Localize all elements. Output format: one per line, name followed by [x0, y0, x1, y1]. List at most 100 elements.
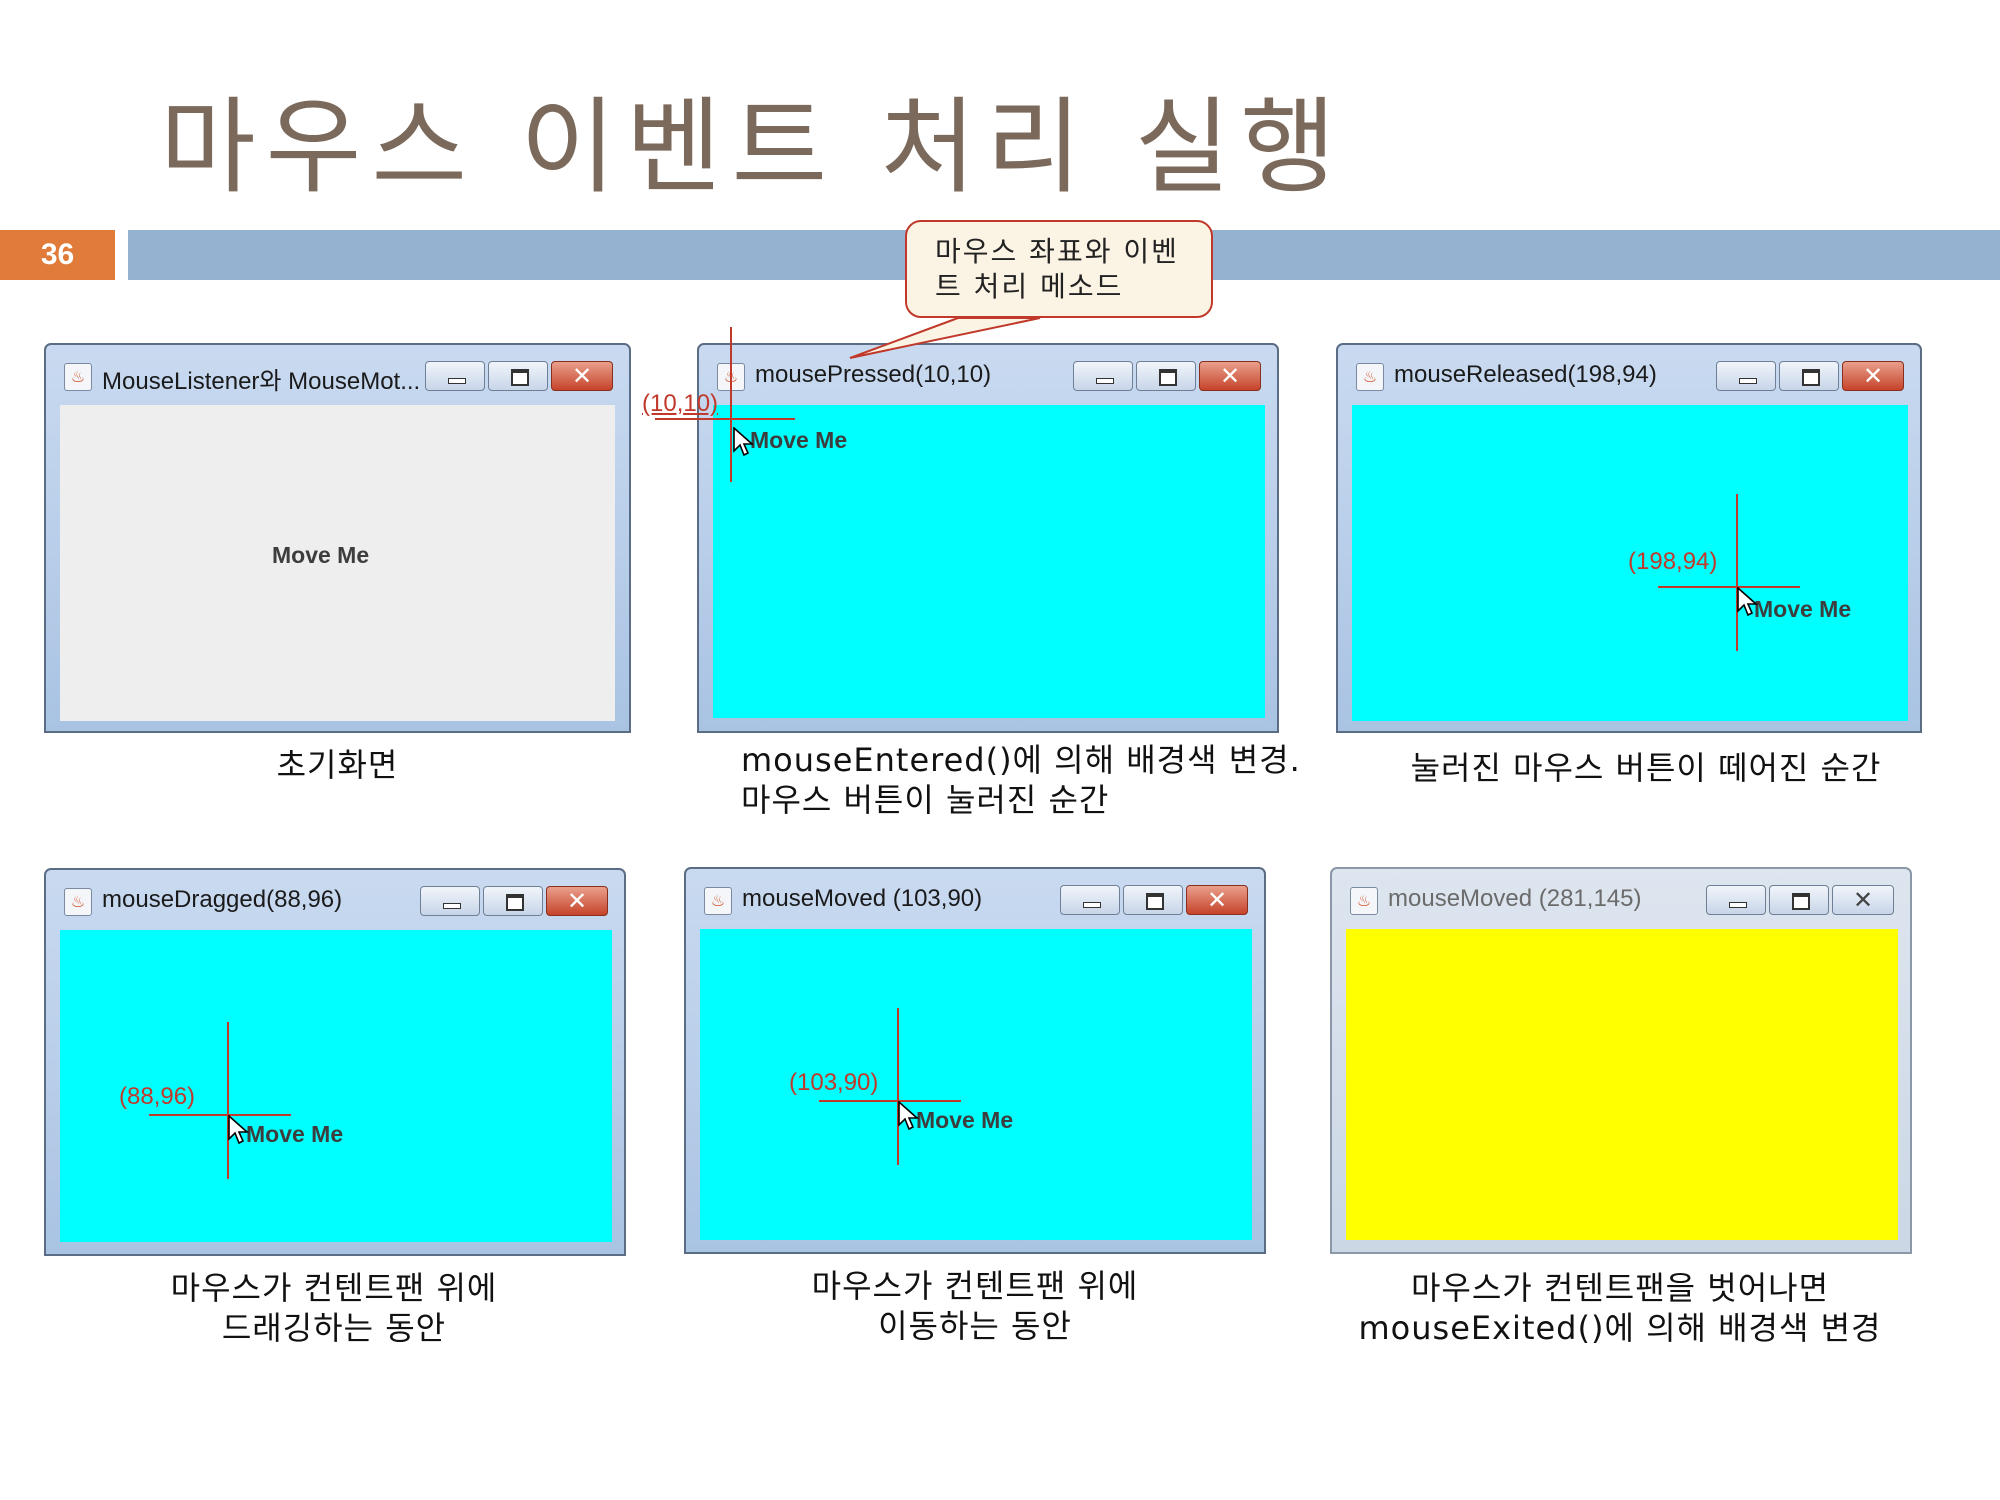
java-app-icon: ♨ — [64, 363, 92, 391]
maximize-icon — [506, 894, 524, 911]
move-me-label[interactable]: Move Me — [1754, 596, 1851, 623]
minimize-button[interactable] — [1706, 885, 1766, 915]
coordinate-label: (198,94) — [1628, 548, 1718, 575]
window-mouse-pressed[interactable]: ♨ mousePressed(10,10) ✕ Move Me — [697, 343, 1279, 733]
maximize-icon — [511, 369, 529, 386]
maximize-button[interactable] — [1769, 885, 1829, 915]
content-pane[interactable]: (103,90) Move Me — [700, 929, 1252, 1240]
window-initial[interactable]: ♨ MouseListener와 MouseMot... ✕ Move Me — [44, 343, 631, 733]
minimize-icon — [1096, 378, 1114, 384]
java-app-icon: ♨ — [64, 888, 92, 916]
coordinate-label: (10,10) — [642, 390, 719, 417]
window-title: mouseMoved (281,145) — [1388, 885, 1642, 912]
minimize-icon — [1729, 902, 1747, 908]
move-me-label[interactable]: Move Me — [750, 427, 847, 454]
caption-mouse-dragged: 마우스가 컨텐트팬 위에 드래깅하는 동안 — [44, 1268, 624, 1348]
content-pane[interactable]: Move Me — [713, 405, 1265, 718]
minimize-button[interactable] — [1060, 885, 1120, 915]
mouse-cursor-icon — [1737, 587, 1759, 617]
move-me-label[interactable]: Move Me — [272, 542, 369, 569]
close-icon: ✕ — [1206, 886, 1228, 914]
close-button[interactable]: ✕ — [1186, 885, 1248, 915]
close-button[interactable]: ✕ — [1832, 885, 1894, 915]
window-title-bar[interactable]: ♨ mouseMoved (103,90) ✕ — [686, 869, 1264, 929]
window-mouse-released[interactable]: ♨ mouseReleased(198,94) ✕ (198,94) Move … — [1336, 343, 1922, 733]
callout-line-2: 트 처리 메소드 — [935, 270, 1124, 303]
move-me-label[interactable]: Move Me — [916, 1107, 1013, 1134]
minimize-icon — [443, 903, 461, 909]
window-title-bar[interactable]: ♨ mousePressed(10,10) ✕ — [699, 345, 1277, 405]
window-title: mouseMoved (103,90) — [742, 885, 983, 912]
caption-line: 마우스가 컨텐트팬을 벗어나면 — [1410, 1269, 1830, 1307]
maximize-button[interactable] — [1779, 361, 1839, 391]
caption-line: mouseEntered()에 의해 배경색 변경. — [741, 741, 1301, 779]
move-me-label[interactable]: Move Me — [246, 1121, 343, 1148]
window-mouse-moved[interactable]: ♨ mouseMoved (103,90) ✕ (103,90) Move Me — [684, 867, 1266, 1254]
mouse-cursor-icon — [228, 1115, 250, 1145]
mouse-cursor-icon — [898, 1101, 920, 1131]
page-number: 36 — [0, 230, 115, 280]
window-title-bar[interactable]: ♨ mouseMoved (281,145) ✕ — [1332, 869, 1910, 929]
minimize-icon — [448, 378, 466, 384]
mouse-cursor-icon — [733, 427, 755, 457]
maximize-icon — [1159, 369, 1177, 386]
window-title: MouseListener와 MouseMot... — [102, 368, 421, 395]
callout-line-1: 마우스 좌표와 이벤 — [935, 235, 1179, 268]
minimize-button[interactable] — [1073, 361, 1133, 391]
caption-mouse-exited: 마우스가 컨텐트팬을 벗어나면 mouseExited()에 의해 배경색 변경 — [1330, 1268, 1910, 1348]
maximize-button[interactable] — [1136, 361, 1196, 391]
maximize-button[interactable] — [483, 886, 543, 916]
close-button[interactable]: ✕ — [1199, 361, 1261, 391]
window-title-bar[interactable]: ♨ mouseReleased(198,94) ✕ — [1338, 345, 1920, 405]
callout-box: 마우스 좌표와 이벤 트 처리 메소드 — [905, 220, 1213, 318]
crosshair-horizontal — [655, 418, 795, 420]
close-icon: ✕ — [1852, 886, 1874, 914]
crosshair-vertical — [227, 1022, 229, 1179]
crosshair-horizontal — [149, 1114, 291, 1116]
minimize-button[interactable] — [420, 886, 480, 916]
window-mouse-exited[interactable]: ♨ mouseMoved (281,145) ✕ — [1330, 867, 1912, 1254]
minimize-icon — [1739, 378, 1757, 384]
content-pane[interactable]: (88,96) Move Me — [60, 930, 612, 1242]
window-title-bar[interactable]: ♨ mouseDragged(88,96) ✕ — [46, 870, 624, 930]
caption-line: 마우스 버튼이 눌러진 순간 — [741, 781, 1110, 819]
minimize-button[interactable] — [1716, 361, 1776, 391]
close-icon: ✕ — [1862, 362, 1884, 390]
crosshair-vertical — [1736, 494, 1738, 651]
slide-title: 마우스 이벤트 처리 실행 — [160, 86, 1346, 208]
crosshair-horizontal — [819, 1100, 961, 1102]
content-pane[interactable] — [1346, 929, 1898, 1240]
minimize-icon — [1083, 902, 1101, 908]
content-pane[interactable]: Move Me — [60, 405, 615, 721]
maximize-icon — [1802, 369, 1820, 386]
maximize-icon — [1792, 893, 1810, 910]
java-app-icon: ♨ — [1356, 363, 1384, 391]
window-title: mouseReleased(198,94) — [1394, 361, 1657, 388]
caption-line: 이동하는 동안 — [878, 1307, 1072, 1345]
close-icon: ✕ — [1219, 362, 1241, 390]
window-title: mouseDragged(88,96) — [102, 886, 343, 913]
close-button[interactable]: ✕ — [546, 886, 608, 916]
caption-line: mouseExited()에 의해 배경색 변경 — [1358, 1309, 1882, 1347]
close-button[interactable]: ✕ — [551, 361, 613, 391]
close-button[interactable]: ✕ — [1842, 361, 1904, 391]
minimize-button[interactable] — [425, 361, 485, 391]
maximize-button[interactable] — [488, 361, 548, 391]
close-icon: ✕ — [566, 887, 588, 915]
coordinate-label: (88,96) — [119, 1083, 196, 1110]
caption-mouse-released: 눌러진 마우스 버튼이 떼어진 순간 — [1336, 748, 1956, 788]
caption-mouse-moved: 마우스가 컨텐트팬 위에 이동하는 동안 — [684, 1266, 1266, 1346]
caption-line: 초기화면 — [276, 746, 399, 784]
caption-line: 드래깅하는 동안 — [221, 1309, 447, 1347]
content-pane[interactable]: (198,94) Move Me — [1352, 405, 1908, 721]
maximize-icon — [1146, 893, 1164, 910]
maximize-button[interactable] — [1123, 885, 1183, 915]
coordinate-label: (103,90) — [789, 1069, 879, 1096]
caption-mouse-pressed: mouseEntered()에 의해 배경색 변경. 마우스 버튼이 눌러진 순… — [741, 740, 1301, 820]
java-app-icon: ♨ — [1350, 887, 1378, 915]
window-title-bar[interactable]: ♨ MouseListener와 MouseMot... ✕ — [46, 345, 629, 405]
window-mouse-dragged[interactable]: ♨ mouseDragged(88,96) ✕ (88,96) Move Me — [44, 868, 626, 1256]
window-title: mousePressed(10,10) — [755, 361, 992, 388]
java-app-icon: ♨ — [704, 887, 732, 915]
close-icon: ✕ — [571, 362, 593, 390]
